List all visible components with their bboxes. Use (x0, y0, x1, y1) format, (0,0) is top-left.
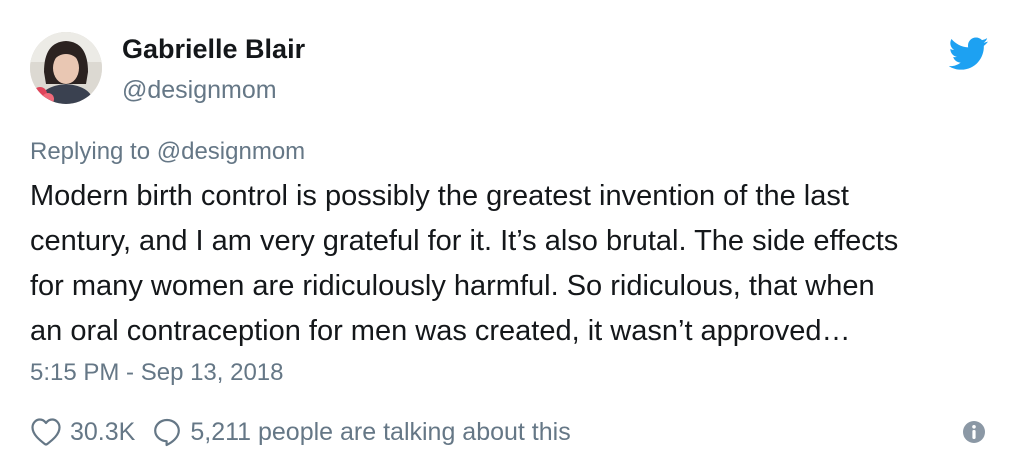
tweet-text-line: century, and I am very grateful for it. … (30, 225, 899, 257)
tweet-text-line: Modern birth control is possibly the gre… (30, 180, 849, 212)
tweet-text-line: for many women are ridiculously harmful.… (30, 270, 875, 302)
reply-button[interactable]: 5,211 people are talking about this (135, 417, 571, 447)
tweet-text: Modern birth control is possibly the gre… (30, 174, 990, 354)
avatar-image (30, 32, 102, 104)
replying-to-label: Replying to @designmom (30, 138, 306, 165)
author-name[interactable]: Gabrielle Blair (122, 34, 305, 65)
author-handle[interactable]: @designmom (122, 76, 277, 105)
like-button[interactable]: 30.3K (30, 417, 135, 447)
embedded-tweet: Gabrielle Blair @designmom Replying to @… (0, 0, 1022, 468)
avatar[interactable] (30, 32, 102, 104)
tweet-actions: 30.3K 5,211 people are talking about thi… (30, 414, 571, 450)
heart-icon (30, 417, 62, 447)
tweet-text-line: an oral contraception for men was create… (30, 315, 851, 347)
like-count: 30.3K (70, 417, 136, 446)
talking-count-label: 5,211 people are talking about this (190, 417, 571, 446)
tweet-timestamp[interactable]: 5:15 PM - Sep 13, 2018 (30, 359, 284, 387)
twitter-bird-icon[interactable] (948, 37, 989, 71)
speech-bubble-icon (152, 417, 182, 447)
info-icon[interactable] (962, 420, 986, 444)
